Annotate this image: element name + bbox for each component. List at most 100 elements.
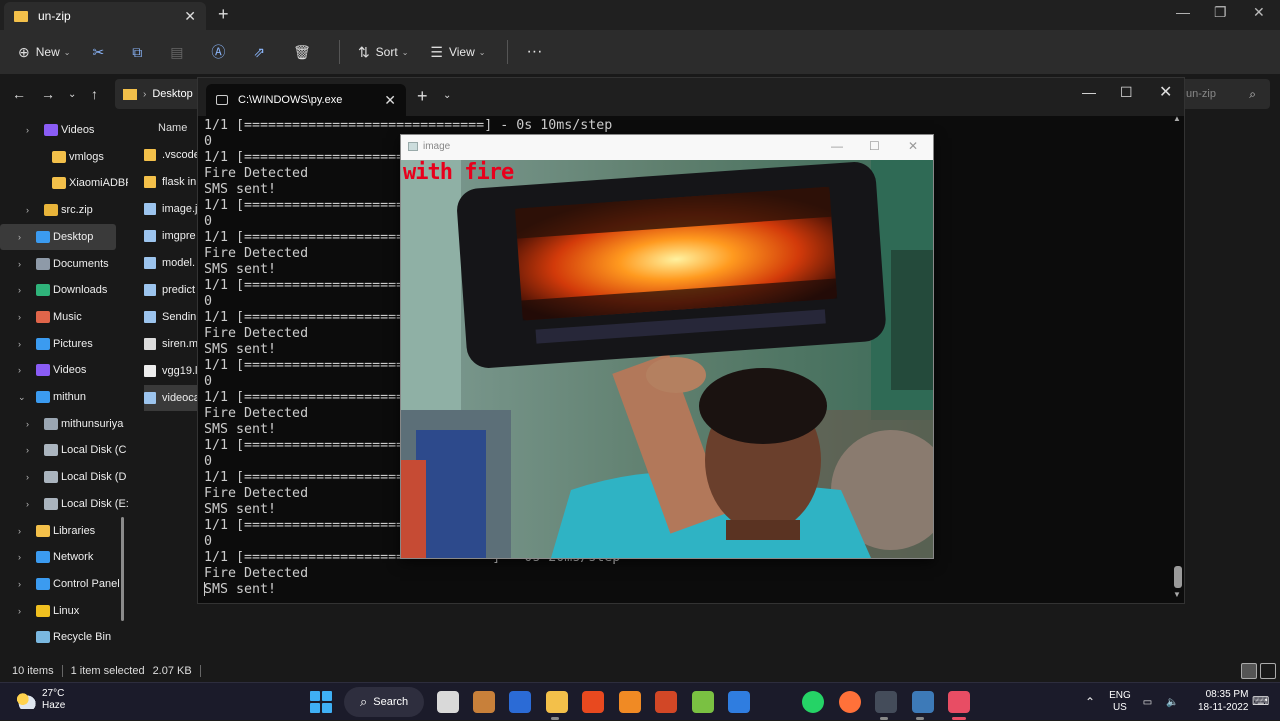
- file-row[interactable]: image.j: [144, 196, 200, 222]
- file-row[interactable]: Sendin: [144, 304, 200, 330]
- firefox-icon[interactable]: [839, 691, 861, 713]
- terminal-icon[interactable]: [875, 691, 897, 713]
- file-row[interactable]: imgpre: [144, 223, 200, 249]
- forward-arrow-icon[interactable]: →: [41, 86, 55, 102]
- up-arrow-icon[interactable]: ↑: [91, 86, 98, 102]
- scrollbar-thumb[interactable]: [1174, 566, 1182, 588]
- sidebar-item[interactable]: › Control Panel: [0, 571, 128, 597]
- sidebar-item[interactable]: › Videos: [0, 357, 128, 383]
- sidebar-item[interactable]: › Desktop: [0, 223, 116, 250]
- expand-chevron-icon[interactable]: ›: [18, 312, 21, 322]
- sidebar-item[interactable]: XiaomiADBFa: [0, 170, 128, 196]
- explorer-tab[interactable]: un-zip ✕: [4, 2, 206, 30]
- new-tab-button[interactable]: +: [417, 86, 428, 107]
- expand-chevron-icon[interactable]: ›: [18, 579, 21, 589]
- sort-button[interactable]: ⇅ Sort ⌄: [358, 44, 408, 61]
- sidebar-item[interactable]: › Videos: [0, 117, 128, 143]
- expand-chevron-icon[interactable]: ›: [26, 472, 29, 482]
- sidebar-item[interactable]: › Music: [0, 304, 128, 330]
- sidebar-item[interactable]: ⌄ mithun: [0, 384, 128, 410]
- network-icon[interactable]: ▭: [1143, 697, 1152, 708]
- volume-icon[interactable]: 🔈: [1166, 697, 1178, 708]
- weather-widget[interactable]: 27°C Haze: [14, 688, 65, 712]
- expand-chevron-icon[interactable]: ›: [26, 499, 29, 509]
- chevron-down-icon[interactable]: ⌄: [443, 90, 451, 101]
- sidebar-item[interactable]: › mithunsuriya: [0, 411, 128, 437]
- expand-chevron-icon[interactable]: ›: [18, 259, 21, 269]
- sidebar-item[interactable]: › Linux: [0, 598, 128, 624]
- powerpoint-icon[interactable]: [655, 691, 677, 713]
- maximize-icon[interactable]: ☐: [1120, 84, 1133, 101]
- minimize-icon[interactable]: —: [1176, 4, 1190, 20]
- file-row[interactable]: siren.m: [144, 331, 200, 357]
- start-button[interactable]: [310, 691, 332, 713]
- sidebar-item[interactable]: › Libraries: [0, 518, 128, 544]
- sidebar-item[interactable]: › Pictures: [0, 331, 128, 357]
- rename-icon[interactable]: Ⓐ: [211, 42, 231, 62]
- details-view-icon[interactable]: [1241, 663, 1257, 679]
- expand-chevron-icon[interactable]: ›: [18, 552, 21, 562]
- file-row[interactable]: flask in: [144, 169, 200, 195]
- minimize-icon[interactable]: —: [1082, 84, 1096, 100]
- close-tab-icon[interactable]: ✕: [184, 8, 196, 25]
- maximize-icon[interactable]: ☐: [869, 139, 880, 153]
- sublime-text-icon[interactable]: [619, 691, 641, 713]
- azure-vscode-icon[interactable]: [728, 691, 750, 713]
- expand-chevron-icon[interactable]: ›: [18, 526, 21, 536]
- python-icon[interactable]: [912, 691, 934, 713]
- image-viewer-icon[interactable]: [948, 691, 970, 713]
- file-row[interactable]: .vscode: [144, 142, 200, 168]
- cut-icon[interactable]: ✂: [92, 44, 110, 61]
- delete-icon[interactable]: 🗑: [293, 44, 317, 61]
- expand-chevron-icon[interactable]: ›: [18, 365, 21, 375]
- sidebar-item[interactable]: Recycle Bin: [0, 624, 128, 650]
- sidebar-item[interactable]: › src.zip: [0, 197, 128, 223]
- chevron-up-icon[interactable]: ⌃: [1085, 695, 1095, 709]
- sidebar-item[interactable]: › Local Disk (D: [0, 464, 128, 490]
- minimize-icon[interactable]: —: [831, 139, 843, 153]
- more-options-button[interactable]: ···: [526, 43, 542, 61]
- close-window-icon[interactable]: ✕: [908, 139, 918, 153]
- file-explorer-icon[interactable]: [546, 691, 568, 713]
- paste-icon[interactable]: ▤: [170, 44, 189, 61]
- sidebar-item[interactable]: › Network: [0, 544, 128, 570]
- restore-icon[interactable]: ❐: [1214, 4, 1227, 21]
- address-bar[interactable]: › Desktop: [115, 79, 205, 109]
- tiles-view-icon[interactable]: [1260, 663, 1276, 679]
- notification-icon[interactable]: ⌨: [1252, 694, 1269, 708]
- language-indicator[interactable]: ENG US: [1109, 690, 1131, 714]
- photos-icon[interactable]: [473, 691, 495, 713]
- expand-chevron-icon[interactable]: ›: [26, 419, 29, 429]
- expand-chevron-icon[interactable]: ›: [26, 445, 29, 455]
- new-tab-button[interactable]: +: [218, 4, 229, 25]
- expand-chevron-icon[interactable]: ›: [18, 606, 21, 616]
- office-icon[interactable]: [582, 691, 604, 713]
- back-arrow-icon[interactable]: ←: [12, 86, 26, 102]
- expand-chevron-icon[interactable]: ›: [18, 232, 21, 242]
- scrollbar-thumb[interactable]: [121, 517, 124, 621]
- word-icon[interactable]: [509, 691, 531, 713]
- recent-chevron-icon[interactable]: ⌄: [68, 89, 76, 100]
- close-window-icon[interactable]: ✕: [1253, 4, 1265, 21]
- notepad-green-icon[interactable]: [692, 691, 714, 713]
- expand-chevron-icon[interactable]: ⌄: [18, 392, 26, 403]
- file-row[interactable]: model.: [144, 250, 200, 276]
- new-button[interactable]: ⊕ New ⌄: [18, 44, 70, 61]
- sidebar-item[interactable]: › Local Disk (C: [0, 437, 128, 463]
- view-button[interactable]: ☰ View ⌄: [430, 44, 485, 61]
- expand-chevron-icon[interactable]: ›: [26, 125, 29, 135]
- sidebar-item[interactable]: vmlogs: [0, 144, 128, 170]
- expand-chevron-icon[interactable]: ›: [26, 205, 29, 215]
- expand-chevron-icon[interactable]: ›: [18, 339, 21, 349]
- clock[interactable]: 08:35 PM 18-11-2022: [1198, 688, 1248, 714]
- taskbar-search-button[interactable]: ⌕ Search: [344, 687, 424, 717]
- scrollbar[interactable]: ▲ ▼: [1173, 114, 1183, 602]
- close-tab-icon[interactable]: ✕: [384, 92, 396, 109]
- sidebar-item[interactable]: › Downloads: [0, 277, 128, 303]
- scroll-down-icon[interactable]: ▼: [1173, 590, 1181, 599]
- share-icon[interactable]: ⇗: [253, 44, 271, 61]
- expand-chevron-icon[interactable]: ›: [18, 285, 21, 295]
- task-view-icon[interactable]: [437, 691, 459, 713]
- file-row[interactable]: videoca: [144, 385, 200, 411]
- copy-icon[interactable]: ⧉: [132, 44, 148, 61]
